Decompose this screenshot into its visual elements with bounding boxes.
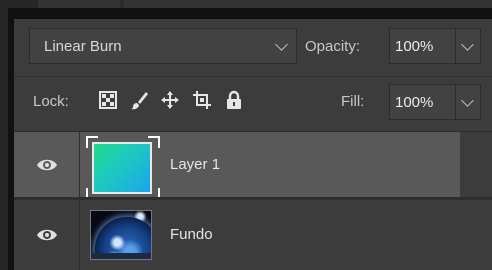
top-strip-left-cell [0, 0, 38, 8]
thumbnail-selection-corner [86, 136, 98, 148]
layer-row-layer-1[interactable]: Layer 1 [14, 132, 492, 200]
layers-panel: Linear Burn Opacity: 100% Lock: Fill: 10… [14, 19, 492, 270]
thumbnail-selection-corner [148, 136, 160, 148]
panel-right-gutter [460, 132, 492, 197]
blend-mode-select[interactable]: Linear Burn [29, 28, 297, 64]
opacity-divider [455, 29, 456, 63]
layer-name[interactable]: Fundo [170, 226, 213, 243]
divider [14, 76, 492, 77]
fill-divider [455, 85, 456, 119]
chevron-down-icon[interactable] [461, 38, 474, 51]
lock-image-pixels-icon[interactable] [129, 90, 149, 110]
layer-thumbnail[interactable] [90, 210, 152, 260]
prevent-autonest-icon[interactable] [192, 90, 212, 110]
eye-icon[interactable] [36, 154, 58, 176]
fill-label: Fill: [341, 93, 365, 110]
chevron-down-icon[interactable] [461, 94, 474, 107]
layer-name[interactable]: Layer 1 [170, 156, 220, 173]
fill-value[interactable]: 100% [395, 94, 433, 111]
opacity-value[interactable]: 100% [395, 38, 433, 55]
lock-transparent-pixels-icon[interactable] [98, 90, 118, 110]
fill-field[interactable]: 100% [389, 84, 481, 120]
chevron-down-icon [275, 38, 288, 51]
eye-icon[interactable] [36, 224, 58, 246]
visibility-toggle[interactable] [14, 132, 80, 197]
thumbnail-caption-strip [91, 253, 151, 259]
visibility-toggle[interactable] [14, 200, 80, 270]
top-strip-divider [120, 0, 124, 8]
lock-label: Lock: [33, 93, 69, 110]
opacity-field[interactable]: 100% [389, 28, 481, 64]
layer-thumbnail[interactable] [92, 142, 152, 194]
lock-position-icon[interactable] [160, 90, 180, 110]
blend-mode-value: Linear Burn [44, 38, 122, 55]
opacity-label: Opacity: [305, 38, 361, 55]
top-strip [0, 0, 492, 8]
lock-all-icon[interactable] [224, 90, 244, 110]
layer-row-fundo[interactable]: Fundo [14, 200, 492, 270]
panel-frame-top [14, 8, 492, 19]
